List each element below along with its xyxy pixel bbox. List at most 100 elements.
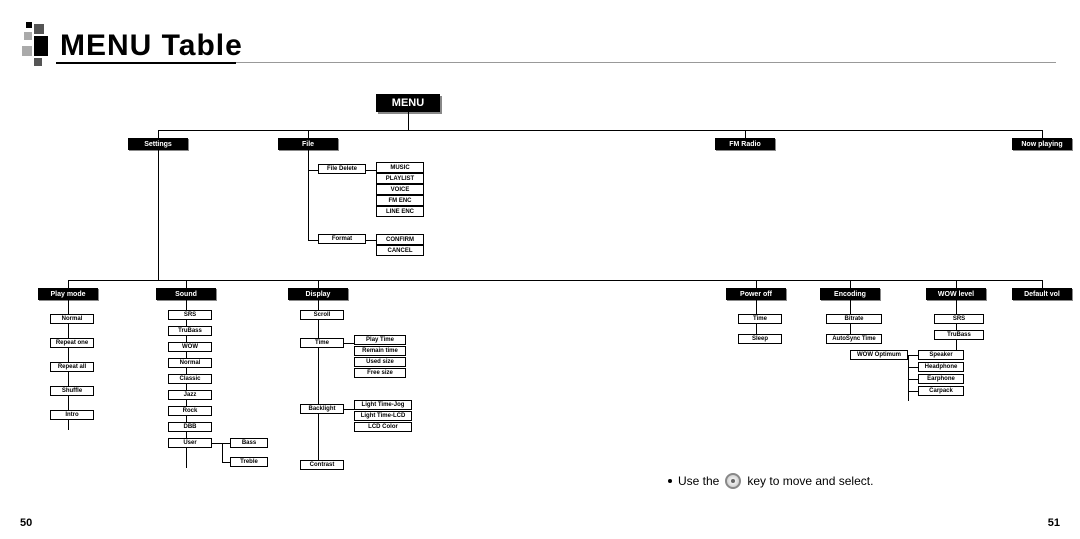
l1-file: File	[278, 138, 338, 150]
disp-time-opt: Play Time	[354, 335, 406, 345]
page-number-right: 51	[1048, 517, 1060, 529]
snd-item: Normal	[168, 358, 212, 368]
bullet-icon	[668, 479, 672, 483]
line	[318, 300, 319, 465]
set-display: Display	[288, 288, 348, 300]
wow-opt: Carpack	[918, 386, 964, 396]
line	[308, 170, 318, 171]
set-wowlevel: WOW level	[926, 288, 986, 300]
line	[408, 112, 409, 130]
instruction-note: Use the key to move and select.	[668, 473, 873, 489]
line	[68, 280, 69, 288]
set-playmode: Play mode	[38, 288, 98, 300]
l1-settings: Settings	[128, 138, 188, 150]
snd-item: TruBass	[168, 326, 212, 336]
disp-bl-opt: Light Time-LCD	[354, 411, 412, 421]
set-poweroff: Power off	[726, 288, 786, 300]
wow-opt: Speaker	[918, 350, 964, 360]
page-number-left: 50	[20, 517, 32, 529]
decor-blocks	[20, 22, 50, 70]
enc-item: Bitrate	[826, 314, 882, 324]
line	[158, 150, 159, 280]
disp-contrast: Contrast	[300, 460, 344, 470]
pm-item: Repeat all	[50, 362, 94, 372]
joystick-icon	[725, 473, 741, 489]
line	[222, 443, 230, 444]
wow-opt: Earphone	[918, 374, 964, 384]
snd-item: DBB	[168, 422, 212, 432]
pm-item: Normal	[50, 314, 94, 324]
line	[158, 130, 159, 138]
wow-item: WOW Optimum	[850, 350, 908, 360]
l1-nowplaying: Now playing	[1012, 138, 1072, 150]
line	[1042, 280, 1043, 288]
enc-item: AutoSync Time	[826, 334, 882, 344]
pm-item: Intro	[50, 410, 94, 420]
line	[850, 280, 851, 288]
line	[186, 280, 187, 288]
disp-backlight: Backlight	[300, 404, 344, 414]
file-delete: File Delete	[318, 164, 366, 174]
disp-time: Time	[300, 338, 344, 348]
line	[308, 150, 309, 240]
line	[908, 391, 918, 392]
disp-bl-opt: LCD Color	[354, 422, 412, 432]
pwr-item: Time	[738, 314, 782, 324]
menu-root: MENU	[376, 94, 440, 112]
line	[344, 409, 354, 410]
file-format: Format	[318, 234, 366, 244]
pwr-item: Sleep	[738, 334, 782, 344]
disp-scroll: Scroll	[300, 310, 344, 320]
filedel-opt: MUSIC	[376, 162, 424, 173]
snd-user: Treble	[230, 457, 268, 467]
line	[908, 355, 909, 401]
line	[318, 280, 319, 288]
l1-fmradio: FM Radio	[715, 138, 775, 150]
line	[908, 379, 918, 380]
line	[222, 443, 223, 463]
disp-time-opt: Free size	[354, 368, 406, 378]
line	[68, 280, 1043, 281]
line	[158, 130, 1043, 131]
line	[756, 280, 757, 288]
filedel-opt: PLAYLIST	[376, 173, 424, 184]
snd-item: Rock	[168, 406, 212, 416]
line	[308, 130, 309, 138]
line	[366, 240, 376, 241]
note-pre: Use the	[678, 474, 719, 488]
line	[366, 170, 376, 171]
line	[308, 240, 318, 241]
set-defaultvol: Default vol	[1012, 288, 1072, 300]
note-post: key to move and select.	[747, 474, 873, 488]
line	[908, 355, 918, 356]
disp-time-opt: Used size	[354, 357, 406, 367]
wow-item: TruBass	[934, 330, 984, 340]
line	[212, 443, 222, 444]
title-underline-dark	[56, 62, 236, 64]
filedel-opt: LINE ENC	[376, 206, 424, 217]
page-title: MENU Table	[60, 29, 243, 63]
set-encoding: Encoding	[820, 288, 880, 300]
pm-item: Repeat one	[50, 338, 94, 348]
line	[344, 343, 354, 344]
snd-item: Jazz	[168, 390, 212, 400]
wow-item: SRS	[934, 314, 984, 324]
snd-user: Bass	[230, 438, 268, 448]
wow-opt: Headphone	[918, 362, 964, 372]
line	[1042, 130, 1043, 138]
format-opt: CONFIRM	[376, 234, 424, 245]
format-opt: CANCEL	[376, 245, 424, 256]
snd-item: Classic	[168, 374, 212, 384]
filedel-opt: FM ENC	[376, 195, 424, 206]
filedel-opt: VOICE	[376, 184, 424, 195]
snd-item: SRS	[168, 310, 212, 320]
set-sound: Sound	[156, 288, 216, 300]
disp-time-opt: Remain time	[354, 346, 406, 356]
snd-item: User	[168, 438, 212, 448]
snd-item: WOW	[168, 342, 212, 352]
line	[745, 130, 746, 138]
line	[908, 367, 918, 368]
pm-item: Shuffle	[50, 386, 94, 396]
disp-bl-opt: Light Time-Jog	[354, 400, 412, 410]
line	[222, 462, 230, 463]
